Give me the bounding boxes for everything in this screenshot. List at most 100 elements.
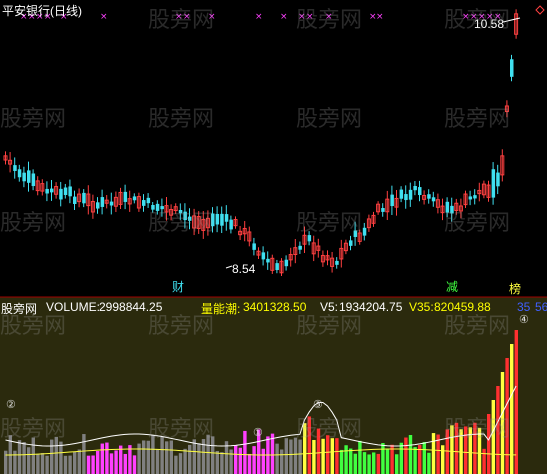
volume-bar — [50, 439, 54, 474]
volume-bar — [192, 439, 196, 474]
volume-bar — [395, 454, 399, 474]
candle-body — [155, 203, 160, 211]
candle-body — [399, 189, 404, 199]
volume-bar — [100, 443, 104, 474]
volume-bar — [293, 437, 298, 474]
volume-bar — [330, 438, 334, 474]
volume-bar — [63, 455, 68, 474]
volume-bar — [491, 400, 495, 474]
extra-value-a: 35 — [517, 300, 531, 314]
volume-bar — [289, 439, 293, 474]
cross-marker: × — [280, 12, 288, 22]
candlestick-chart[interactable]: × × × × × × × × × × × × × × × × × × × × × — [0, 0, 547, 474]
candle-body — [408, 189, 413, 200]
volume-bar — [381, 443, 385, 474]
candle-body — [27, 170, 31, 183]
v35-value: 820459.88 — [434, 300, 491, 314]
volume-bar — [119, 445, 123, 474]
candle-body — [160, 206, 164, 210]
candle-body — [445, 201, 450, 213]
volume-bar — [307, 416, 311, 474]
candle-body — [431, 197, 436, 202]
energy-label: 量能潮: — [201, 302, 241, 316]
candle-body — [96, 202, 100, 209]
circle-marker-3: ③ — [313, 399, 323, 411]
volume-bar — [505, 358, 509, 474]
volume-label: VOLUME: — [46, 300, 101, 314]
volume-bar — [500, 372, 505, 474]
volume-bar — [229, 449, 233, 474]
candle-body — [68, 186, 72, 197]
cross-marker: × — [100, 12, 108, 22]
volume-source-label: 股旁网 — [1, 302, 38, 316]
candle-body — [63, 187, 68, 196]
volume-bar — [96, 451, 100, 474]
volume-bar — [77, 449, 81, 474]
volume-bar — [132, 455, 137, 474]
volume-bar — [197, 443, 201, 474]
volume-bar — [59, 441, 63, 474]
volume-bar — [45, 455, 49, 474]
candle-body — [142, 200, 146, 206]
candle-body — [427, 194, 431, 199]
volume-bar — [151, 435, 155, 474]
candle-body — [261, 252, 266, 260]
volume-bar — [27, 447, 31, 474]
cross-marker: × — [462, 12, 470, 22]
volume-bar — [234, 445, 238, 474]
circle-marker-4: ④ — [519, 314, 529, 326]
volume-bar — [4, 450, 8, 474]
v5-label: V5: — [320, 300, 339, 314]
volume-bar — [496, 386, 500, 474]
candle-body — [183, 211, 187, 221]
volume-bar — [215, 450, 219, 474]
candle-body — [491, 169, 496, 198]
volume-bar — [335, 438, 339, 474]
candle-body — [22, 172, 26, 182]
volume-bar — [105, 442, 109, 474]
volume-bar — [91, 455, 95, 474]
cross-marker: × — [376, 12, 384, 22]
volume-bar — [303, 423, 307, 474]
volume-bar — [362, 452, 367, 474]
cross-marker: × — [183, 12, 191, 22]
candle-body — [362, 227, 367, 236]
volume-bar — [40, 453, 45, 474]
candle-body — [418, 187, 422, 196]
volume-bar — [165, 441, 169, 474]
volume-bar — [31, 437, 35, 474]
volume-bar — [427, 452, 431, 474]
volume-bar — [275, 443, 279, 474]
candle-body — [13, 165, 17, 171]
volume-bar — [477, 427, 482, 474]
candle-body — [468, 196, 473, 200]
volume-header: 股旁网 VOLUME: 2998844.25 量能潮: 3401328.50 V… — [0, 298, 547, 316]
candle-body — [496, 172, 500, 187]
candle-body — [284, 259, 289, 267]
candle-body — [275, 263, 279, 271]
candle-body — [413, 185, 417, 191]
volume-bar — [36, 453, 40, 474]
candle-body — [381, 208, 385, 212]
volume-bar — [404, 437, 408, 474]
candle-body — [123, 191, 128, 202]
candle-body — [132, 196, 137, 201]
volume-bar — [17, 440, 22, 474]
volume-bar — [54, 436, 58, 474]
candle-body — [220, 213, 224, 226]
volume-bar — [312, 439, 316, 474]
volume-bar — [183, 448, 187, 474]
volume-bar — [464, 426, 468, 474]
volume-bar — [261, 448, 265, 474]
volume-bar — [252, 446, 256, 474]
candle-body — [266, 258, 270, 263]
volume-bar — [399, 442, 403, 474]
volume-bar — [482, 448, 486, 474]
cross-marker: × — [325, 12, 333, 22]
candle-body — [151, 205, 155, 210]
cross-marker: × — [298, 12, 306, 22]
volume-bar — [155, 449, 160, 474]
volume-bar — [349, 448, 353, 474]
volume-bar — [178, 453, 183, 474]
candle-body — [17, 169, 22, 178]
